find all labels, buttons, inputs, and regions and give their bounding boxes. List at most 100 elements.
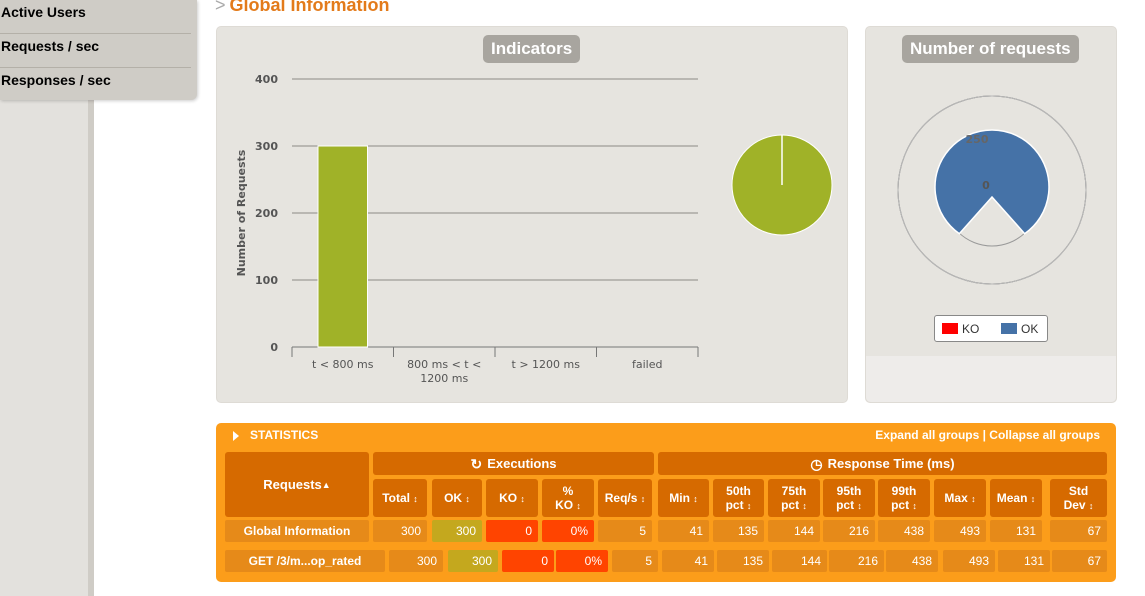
sort-icon: ↕ [857,500,862,511]
table-cell: 41 [658,520,709,542]
column-header-label-line2: KO ↕ [555,497,581,512]
column-header-label: 99th [891,483,917,498]
y-tick-label: 400 [255,73,278,86]
table-cell: 300 [448,550,498,572]
table-cell: 300 [373,520,427,542]
table-cell: 144 [768,520,820,542]
statistics-header: STATISTICS Expand all groups | Collapse … [216,423,1116,449]
table-cell: 135 [717,550,769,572]
column-header-label-line2: pct ↕ [781,497,807,512]
legend-item-ko[interactable]: KO [942,322,979,336]
table-cell: 0 [502,550,554,572]
column-header-label: Max ↕ [944,490,976,505]
column-header-min[interactable]: Min ↕ [658,479,709,517]
sort-icon: ↕ [1088,500,1094,511]
table-row-name[interactable]: GET /3/m...op_rated [225,550,385,572]
requests-pie-chart: 250 0 [897,95,1087,285]
table-cell: 438 [886,550,938,572]
table-row-name[interactable]: Global Information [225,520,369,542]
sort-icon: ↕ [465,493,470,504]
table-cell: 493 [934,520,986,542]
column-header-75th[interactable]: 75th pct ↕ [768,479,820,517]
column-header-label: 95th [836,483,862,498]
column-header-label: Total ↕ [382,490,418,505]
gauge-label-250: 250 [966,133,989,146]
column-header-max[interactable]: Max ↕ [934,479,986,517]
table-cell: 67 [1050,520,1107,542]
table-cell: 300 [432,520,482,542]
requests-header-label: Requests [263,476,322,492]
x-category-label: t < 800 ms [312,358,374,371]
column-header-50th[interactable]: 50th pct ↕ [713,479,764,517]
column-header-99th[interactable]: 99th pct ↕ [878,479,930,517]
legend-swatch-ko [942,323,958,334]
refresh-icon: ↻ [470,455,483,472]
sort-asc-icon: ▲ [321,479,331,490]
expand-collapse-groups-links[interactable]: Expand all groups | Collapse all groups [875,428,1100,442]
menu-item-requests-per-sec[interactable]: Requests / sec [0,34,191,68]
column-header-label: KO ↕ [499,490,525,505]
column-header-mean[interactable]: Mean ↕ [990,479,1042,517]
x-category-label: 800 ms < t < [407,358,481,371]
column-header-label-line2: pct ↕ [725,497,752,512]
executions-label: Executions [487,455,557,471]
number-of-requests-panel: Number of requests 250 0 KO OK [865,26,1117,403]
sort-icon: ↕ [802,500,807,511]
legend-item-ok[interactable]: OK [1001,322,1038,336]
pie-legend: KO OK [934,315,1048,342]
table-cell: 131 [998,550,1050,572]
column-header-ko[interactable]: KO ↕ [486,479,538,517]
column-header-label: Mean ↕ [996,490,1036,505]
requests-column-header[interactable]: Requests ▲ [225,452,369,517]
x-category-label: 1200 ms [420,372,468,385]
legend-label-ok: OK [1021,322,1039,336]
column-header-reqs[interactable]: Req/s ↕ [598,479,652,517]
column-header-label-line2: Dev ↕ [1063,497,1094,512]
menu-item-active-users[interactable]: Active Users [0,0,191,34]
column-header-total[interactable]: Total ↕ [373,479,427,517]
y-axis-label: Number of Requests [235,149,248,276]
table-cell: 438 [878,520,930,542]
column-header-label: 50th [726,483,751,498]
executions-group-header: ↻ Executions [373,452,654,475]
table-cell: 144 [772,550,827,572]
sort-icon: ↕ [693,493,698,504]
page-title: > Global Information [215,0,390,16]
clock-icon: ◷ [810,455,823,472]
table-cell: 0% [556,550,608,572]
sort-icon: ↕ [576,500,581,511]
pie-slice-ok [934,129,1050,235]
table-cell: 216 [823,520,875,542]
bar-0 [317,145,368,348]
indicators-panel: Indicators 0 100 200 300 400 t < 800 ms 800 ms… [216,26,848,403]
table-cell: 41 [662,550,714,572]
column-header-[interactable]: % KO ↕ [542,479,594,517]
statistics-label[interactable]: STATISTICS [250,428,318,442]
title-arrow: > [215,0,226,15]
gauge-label-0: 0 [982,179,990,192]
statistics-panel: STATISTICS Expand all groups | Collapse … [216,423,1116,582]
column-header-95th[interactable]: 95th pct ↕ [823,479,875,517]
column-header-std[interactable]: Std Dev ↕ [1050,479,1107,517]
column-header-label-line2: pct ↕ [891,497,917,512]
y-tick-label: 0 [270,341,278,354]
column-header-label-line2: pct ↕ [836,497,862,512]
table-cell: 131 [990,520,1042,542]
side-menu: Active Users Requests / sec Responses / … [0,0,197,100]
column-header-label: OK ↕ [444,490,470,505]
column-header-label: Std [1068,483,1089,498]
column-header-label: Min ↕ [669,490,698,505]
x-category-label: failed [632,358,662,371]
column-header-ok[interactable]: OK ↕ [432,479,482,517]
x-category-label: t > 1200 ms [512,358,581,371]
legend-label-ko: KO [962,322,980,336]
sort-icon: ↕ [912,500,917,511]
expand-triangle-icon[interactable] [233,431,239,441]
gatling-report: Active Users Requests / sec Responses / … [0,0,1145,596]
table-cell: 0 [486,520,538,542]
sort-icon: ↕ [746,500,752,511]
table-cell: 493 [943,550,995,572]
panel-footer-strip [866,356,1116,402]
menu-item-responses-per-sec[interactable]: Responses / sec [0,68,191,102]
table-cell: 0% [542,520,594,542]
